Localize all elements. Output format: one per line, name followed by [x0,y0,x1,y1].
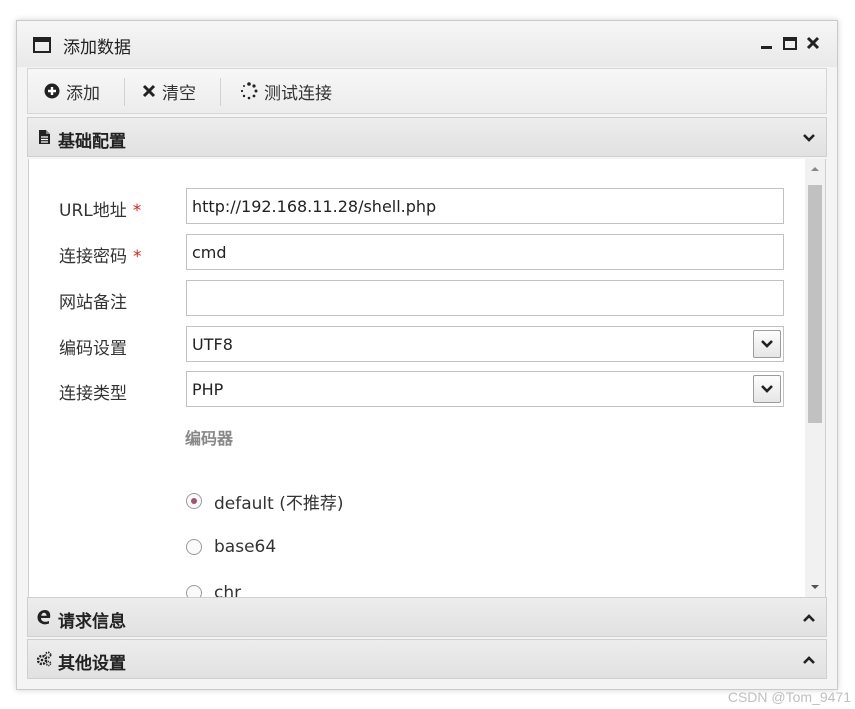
scrollbar-thumb[interactable] [808,185,822,423]
panel-basic-config-header[interactable]: 基础配置 [27,117,827,157]
add-button[interactable]: 添加 [44,69,100,113]
url-row: URL地址 * [29,188,809,224]
maximize-icon[interactable] [782,35,798,51]
window-icon [33,37,51,53]
radio-button[interactable] [186,493,202,509]
edge-browser-icon [37,610,51,625]
gears-icon [36,651,52,667]
encoder-option-base64[interactable]: base64 [186,535,276,559]
type-row: 连接类型 PHP [29,371,809,407]
url-label: URL地址 * [59,201,142,221]
radio-label: default (不推荐) [214,493,344,514]
window-titlebar[interactable]: 添加数据 [17,21,837,67]
test-connection-button[interactable]: 测试连接 [240,69,332,113]
toolbar: 添加 清空 测试连接 [27,68,827,114]
vertical-scrollbar[interactable] [805,159,825,597]
required-mark: * [133,247,142,267]
panel-basic-config-title: 基础配置 [58,132,126,152]
clear-button-label: 清空 [162,83,196,104]
plus-circle-icon [44,83,60,99]
password-input[interactable] [186,234,784,270]
encoder-title: 编码器 [185,429,234,448]
clear-button[interactable]: 清空 [142,69,196,113]
test-connection-label: 测试连接 [264,83,332,104]
window-title: 添加数据 [63,38,131,58]
encoding-select-arrow[interactable] [753,330,781,358]
add-button-label: 添加 [66,83,100,104]
encoding-label: 编码设置 [59,339,127,359]
panel-other-settings-header[interactable]: 其他设置 [27,639,827,679]
scroll-down-icon[interactable] [805,577,825,597]
encoding-select[interactable]: UTF8 [186,326,784,362]
chevron-up-icon [803,656,815,664]
type-label: 连接类型 [59,384,127,404]
chevron-up-icon [803,614,815,622]
note-label: 网站备注 [59,293,127,313]
minimize-icon[interactable] [759,35,775,51]
radio-label: base64 [214,537,277,557]
radio-button[interactable] [186,585,202,597]
watermark: CSDN @Tom_9471 [727,689,851,705]
encoding-row: 编码设置 UTF8 [29,326,809,362]
panel-request-info-title: 请求信息 [58,612,126,632]
spinner-icon [240,82,258,100]
x-icon [142,84,156,98]
toolbar-separator [124,78,125,106]
type-select-arrow[interactable] [753,375,781,403]
type-select-value: PHP [192,380,224,399]
toolbar-separator [220,78,221,106]
chevron-down-icon [761,340,773,348]
password-label: 连接密码 * [59,247,142,267]
password-row: 连接密码 * [29,234,809,270]
chevron-down-icon [803,134,815,142]
type-select[interactable]: PHP [186,371,784,407]
panel-other-settings-title: 其他设置 [58,654,126,674]
encoding-select-value: UTF8 [192,335,233,354]
note-input[interactable] [186,280,784,316]
document-icon [39,130,50,144]
url-input[interactable] [186,188,784,224]
basic-config-content: URL地址* 连接密码* 网站备注 编码设置 UTF8 连接类型 [28,159,826,597]
required-mark: * [132,201,142,221]
encoder-option-default[interactable]: default (不推荐) [186,489,344,514]
encoder-option-chr[interactable]: chr [186,581,241,597]
close-icon[interactable] [805,35,821,51]
radio-button[interactable] [186,539,202,555]
chevron-down-icon [761,385,773,393]
radio-label: chr [214,583,242,597]
scroll-up-icon[interactable] [805,159,825,179]
note-row: 网站备注 [29,280,809,316]
add-data-window: 添加数据 添加 清空 测试连接 基础配置 URL地址 * http://192.… [16,20,838,690]
panel-request-info-header[interactable]: 请求信息 [27,597,827,637]
